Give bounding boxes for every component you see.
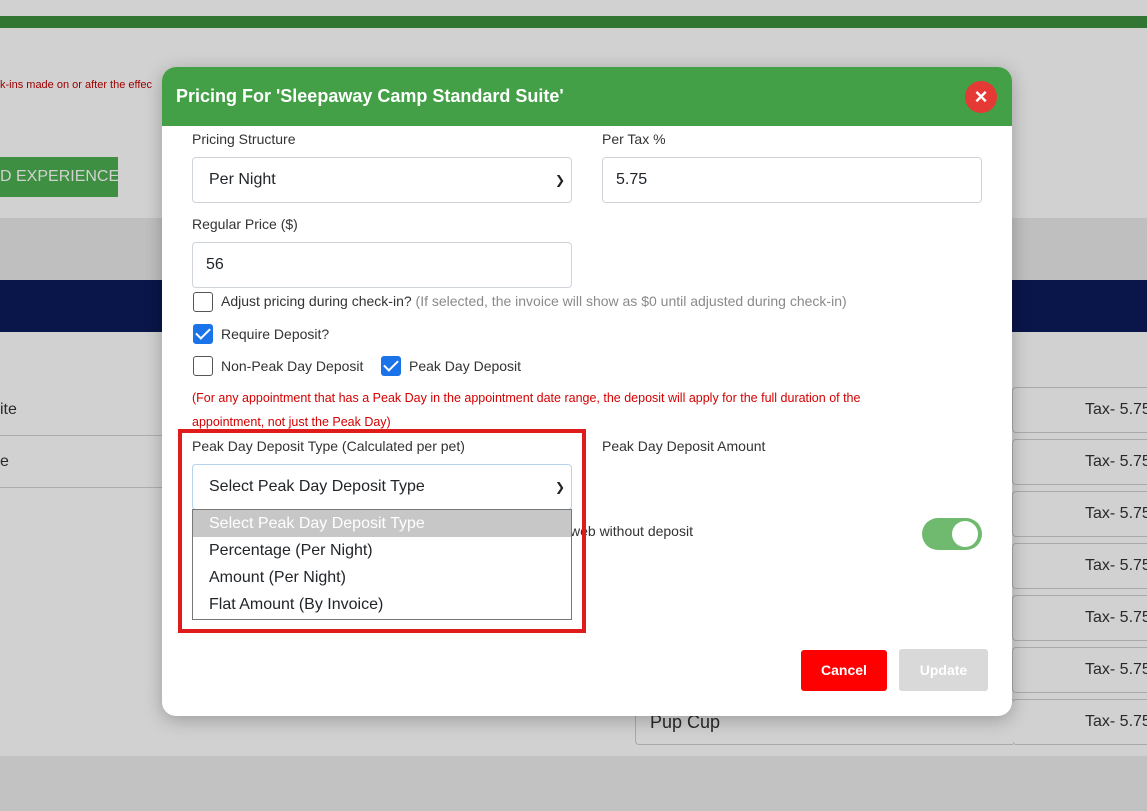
require-deposit-label: Require Deposit?: [221, 326, 330, 342]
per-tax-label: Per Tax %: [602, 131, 666, 147]
chevron-down-icon: ❯: [554, 173, 565, 187]
peak-deposit-checkbox[interactable]: [381, 356, 401, 376]
pricing-structure-select[interactable]: Per Night ❯: [192, 157, 572, 203]
non-peak-deposit-label: Non-Peak Day Deposit: [221, 358, 364, 374]
per-tax-input[interactable]: 5.75: [602, 157, 982, 203]
modal-title: Pricing For 'Sleepaway Camp Standard Sui…: [176, 86, 564, 106]
close-icon[interactable]: ×: [965, 81, 997, 113]
pricing-structure-label: Pricing Structure: [192, 131, 296, 147]
toggle-knob: [952, 521, 978, 547]
highlight-annotation-box: [178, 429, 586, 633]
book-without-deposit-toggle[interactable]: [922, 518, 982, 550]
regular-price-label: Regular Price ($): [192, 216, 298, 232]
non-peak-deposit-checkbox[interactable]: [193, 356, 213, 376]
peak-deposit-amount-label: Peak Day Deposit Amount: [602, 438, 766, 454]
modal-header: Pricing For 'Sleepaway Camp Standard Sui…: [162, 67, 1012, 126]
require-deposit-checkbox[interactable]: [193, 324, 213, 344]
adjust-pricing-hint: (If selected, the invoice will show as $…: [411, 293, 847, 309]
peak-deposit-label: Peak Day Deposit: [409, 358, 522, 374]
update-button[interactable]: Update: [899, 649, 988, 691]
deposit-note-line1: (For any appointment that has a Peak Day…: [192, 391, 861, 405]
deposit-note-line2: appointment, not just the Peak Day): [192, 415, 391, 429]
adjust-pricing-checkbox[interactable]: [193, 292, 213, 312]
cancel-button[interactable]: Cancel: [801, 650, 887, 691]
adjust-pricing-label: Adjust pricing during check-in? (If sele…: [221, 293, 847, 309]
pricing-modal: Pricing For 'Sleepaway Camp Standard Sui…: [162, 67, 1012, 716]
adjust-pricing-text: Adjust pricing during check-in?: [221, 293, 412, 309]
regular-price-input[interactable]: 56: [192, 242, 572, 288]
pricing-structure-value: Per Night: [209, 171, 276, 188]
book-without-deposit-label: web without deposit: [570, 523, 693, 539]
